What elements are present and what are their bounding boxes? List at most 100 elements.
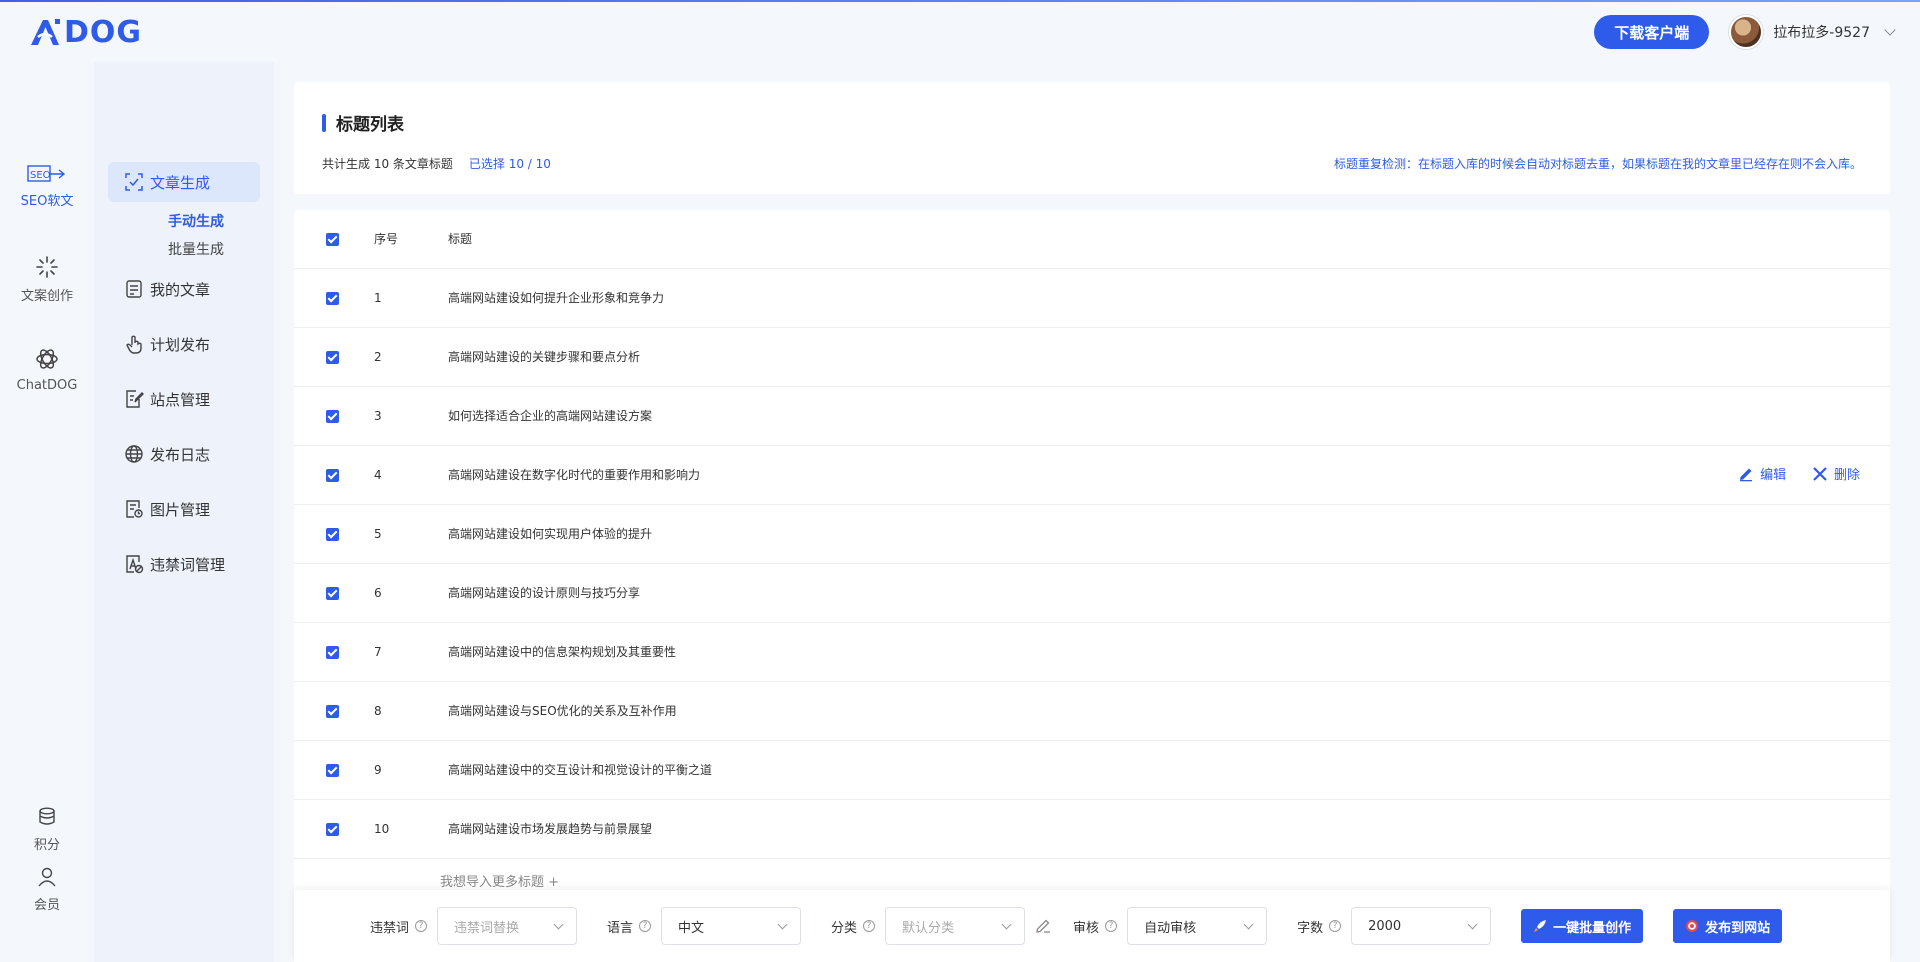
table-row[interactable]: 6 高端网站建设的设计原则与技巧分享 [294, 563, 1890, 622]
title-table-panel: 序号 标题 1 高端网站建设如何提升企业形象和竞争力 2 高端网站建设的关键步骤… [294, 210, 1890, 962]
sidebar-item-forbidden-words[interactable]: 违禁词管理 [108, 544, 260, 584]
selected-count-text: 已选择 10 / 10 [468, 157, 551, 171]
table-row[interactable]: 1 高端网站建设如何提升企业形象和竞争力 [294, 268, 1890, 327]
row-checkbox[interactable] [326, 468, 339, 482]
category-field: 分类 ? 默认分类 [831, 907, 1051, 945]
seo-pen-icon: SEO [27, 165, 66, 182]
batch-create-button[interactable]: 一键批量创作 [1521, 909, 1644, 943]
row-checkbox[interactable] [326, 350, 339, 364]
total-count-text: 共计生成 10 条文章标题 [322, 157, 453, 171]
rail-label-points: 积分 [33, 838, 60, 853]
row-title: 高端网站建设在数字化时代的重要作用和影响力 [448, 468, 701, 482]
rail-item-points[interactable]: 积分 [0, 806, 94, 853]
chevron-down-icon [1243, 919, 1254, 929]
sidebar-item-article-generate[interactable]: 文章生成 [108, 162, 260, 202]
page-title: 标题列表 [336, 115, 404, 135]
title-list-header: 标题列表 共计生成 10 条文章标题 已选择 10 / 10 标题重复检测：在标… [294, 82, 1890, 194]
title-accent-bar [322, 113, 326, 132]
sparkle-icon [36, 256, 58, 278]
table-row[interactable]: 8 高端网站建设与SEO优化的关系及互补作用 [294, 681, 1890, 740]
sidebar-item-scheduled-publish[interactable]: 计划发布 [108, 324, 260, 364]
user-icon [38, 867, 56, 887]
rail-item-chatdog[interactable]: ChatDOG [0, 346, 94, 393]
row-checkbox[interactable] [326, 409, 339, 423]
table-row[interactable]: 9 高端网站建设中的交互设计和视觉设计的平衡之道 [294, 740, 1890, 799]
help-icon[interactable]: ? [639, 920, 652, 932]
category-select[interactable]: 默认分类 [885, 907, 1026, 945]
row-checkbox[interactable] [326, 291, 339, 305]
download-client-button[interactable]: 下载客户端 [1594, 15, 1710, 49]
rail-label-seo: SEO软文 [20, 194, 74, 209]
row-no: 9 [374, 762, 382, 777]
table-row[interactable]: 10 高端网站建设市场发展趋势与前景展望 [294, 799, 1890, 858]
review-select[interactable]: 自动审核 [1127, 907, 1268, 945]
avatar[interactable] [1729, 15, 1764, 49]
row-title: 高端网站建设中的交互设计和视觉设计的平衡之道 [448, 763, 713, 777]
rail-item-member[interactable]: 会员 [0, 866, 94, 913]
chevron-down-icon [553, 919, 564, 929]
chevron-down-icon [777, 919, 788, 929]
forbidden-word-icon [126, 555, 144, 574]
forbidden-placeholder: 违禁词替换 [454, 920, 520, 936]
logo[interactable]: DOG [28, 15, 142, 50]
row-checkbox[interactable] [326, 527, 339, 541]
delete-button[interactable]: 删除 [1812, 464, 1860, 483]
top-header: DOG 下载客户端 拉布拉多-9527 [0, 2, 1920, 62]
publish-to-site-button[interactable]: 发布到网站 [1673, 909, 1783, 943]
word-count-select[interactable]: 2000 [1351, 907, 1492, 945]
sidebar-sub-batch[interactable]: 批量生成 [94, 235, 274, 263]
user-menu[interactable]: 拉布拉多-9527 [1729, 15, 1896, 49]
help-icon[interactable]: ? [863, 920, 876, 932]
row-no: 6 [374, 585, 382, 600]
sidebar-item-my-articles[interactable]: 我的文章 [108, 269, 260, 309]
publish-label: 发布到网站 [1705, 920, 1771, 936]
rail-label-chatdog: ChatDOG [16, 378, 78, 393]
sidebar-item-publish-log[interactable]: 发布日志 [108, 434, 260, 474]
row-title: 如何选择适合企业的高端网站建设方案 [448, 409, 653, 423]
table-row[interactable]: 3 如何选择适合企业的高端网站建设方案 [294, 386, 1890, 445]
row-checkbox[interactable] [326, 763, 339, 777]
rail-label-member: 会员 [33, 898, 60, 913]
table-row[interactable]: 2 高端网站建设的关键步骤和要点分析 [294, 327, 1890, 386]
row-no: 10 [374, 821, 390, 836]
table-row[interactable]: 4 高端网站建设在数字化时代的重要作用和影响力 编辑 删除 [294, 445, 1890, 504]
sidebar-item-label: 文章生成 [150, 173, 211, 192]
sidebar-item-image-management[interactable]: 图片管理 [108, 489, 260, 529]
delete-label: 删除 [1833, 468, 1860, 484]
row-checkbox[interactable] [326, 822, 339, 836]
language-field: 语言 ? 中文 [607, 907, 802, 945]
sidebar-item-label: 我的文章 [150, 280, 211, 299]
row-checkbox[interactable] [326, 586, 339, 600]
edit-button[interactable]: 编辑 [1738, 464, 1786, 483]
category-label: 分类 [831, 920, 858, 936]
table-header-row: 序号 标题 [294, 210, 1890, 268]
help-icon[interactable]: ? [1329, 920, 1342, 932]
select-all-checkbox[interactable] [326, 232, 339, 246]
row-no: 4 [374, 467, 382, 482]
row-title: 高端网站建设如何实现用户体验的提升 [448, 527, 653, 541]
row-no: 5 [374, 526, 382, 541]
logo-text: DOG [64, 14, 143, 50]
bottom-action-bar: 违禁词 ? 违禁词替换 语言 ? 中文 分类 ? 默认分类 审核 ? 自动审核 … [294, 890, 1890, 962]
pencil-icon[interactable] [1035, 918, 1051, 934]
row-title: 高端网站建设的关键步骤和要点分析 [448, 350, 641, 364]
help-icon[interactable]: ? [1105, 920, 1118, 932]
globe-icon [125, 445, 143, 463]
row-checkbox[interactable] [326, 704, 339, 718]
rail-item-seo[interactable]: SEO SEO软文 [0, 164, 94, 209]
chevron-down-icon[interactable] [1884, 24, 1896, 36]
rocket-icon [1534, 920, 1547, 932]
language-select[interactable]: 中文 [661, 907, 802, 945]
table-row[interactable]: 7 高端网站建设中的信息架构规划及其重要性 [294, 622, 1890, 681]
row-checkbox[interactable] [326, 645, 339, 659]
sidebar-item-site-management[interactable]: 站点管理 [108, 379, 260, 419]
help-icon[interactable]: ? [415, 920, 428, 932]
row-title: 高端网站建设与SEO优化的关系及互补作用 [448, 704, 677, 718]
forbidden-select[interactable]: 违禁词替换 [437, 907, 578, 945]
close-icon [1813, 466, 1827, 481]
row-title: 高端网站建设中的信息架构规划及其重要性 [448, 645, 677, 659]
rail-item-copywriting[interactable]: 文案创作 [0, 255, 94, 304]
forbidden-label: 违禁词 [370, 920, 410, 936]
sidebar-sub-manual[interactable]: 手动生成 [94, 207, 274, 235]
table-row[interactable]: 5 高端网站建设如何实现用户体验的提升 [294, 504, 1890, 563]
